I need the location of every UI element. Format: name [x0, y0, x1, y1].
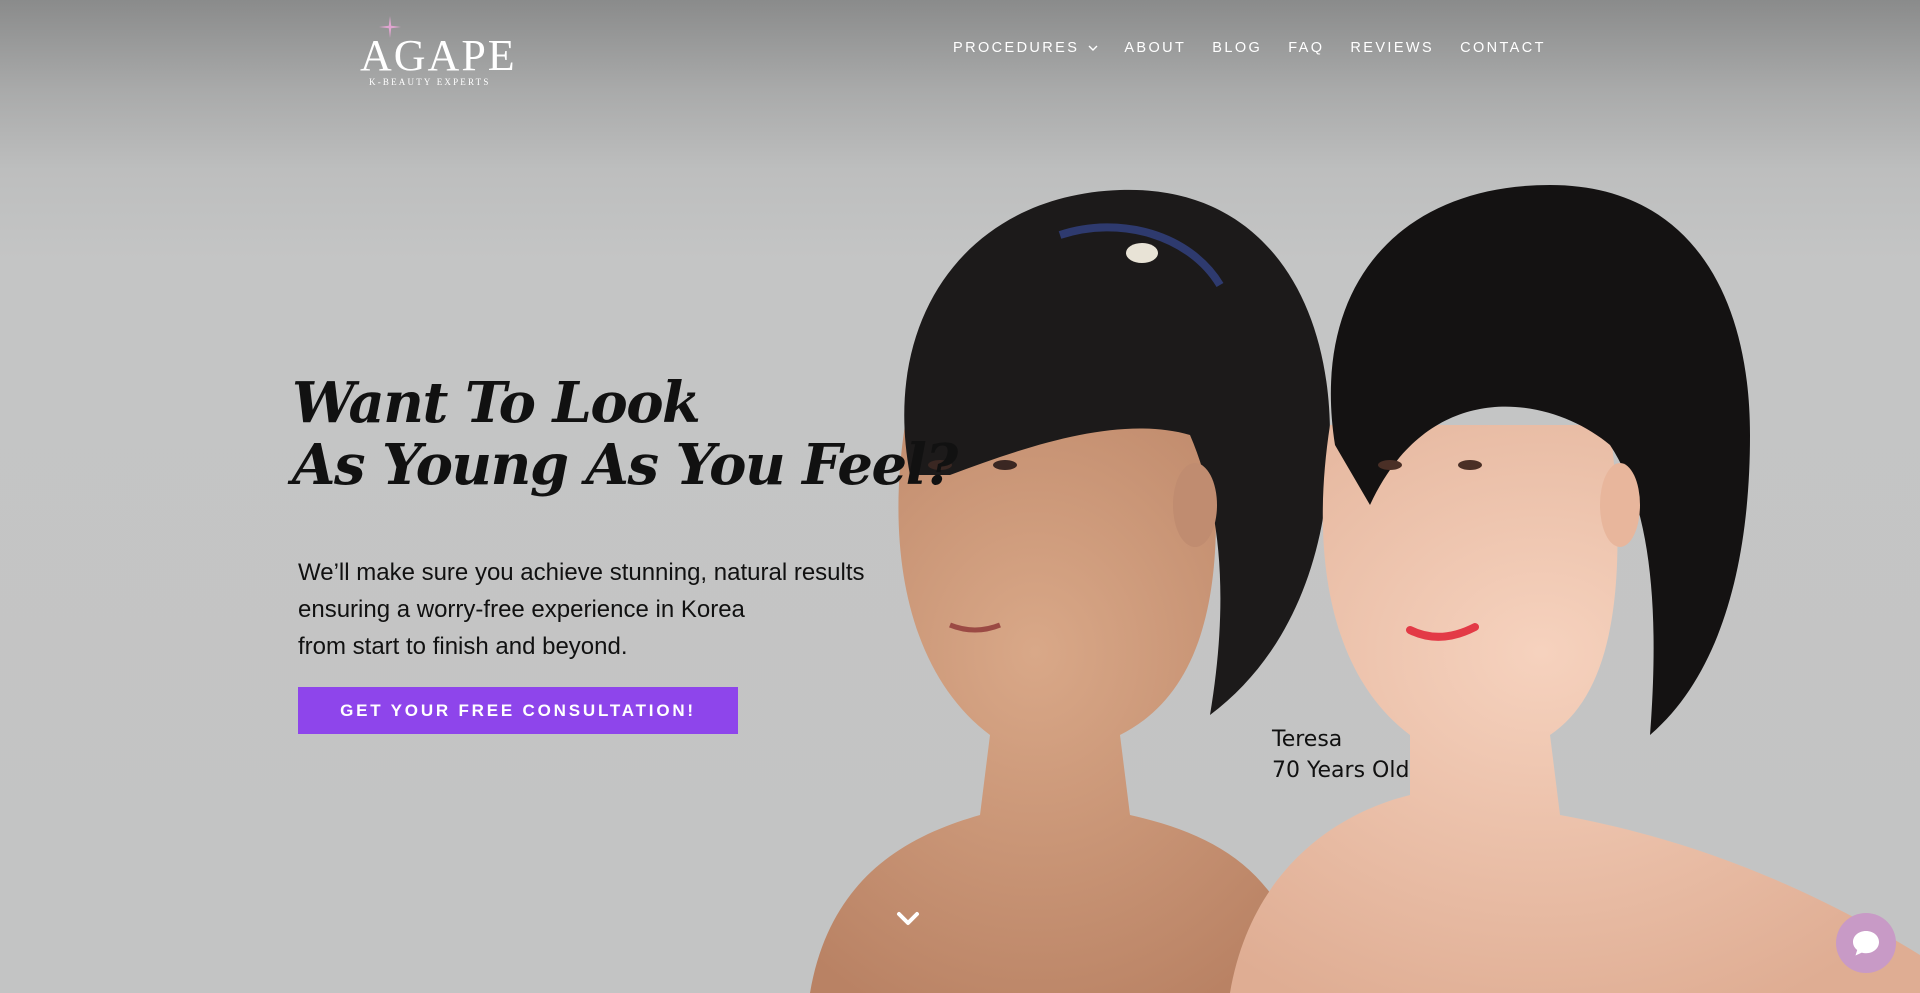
nav-item-faq[interactable]: FAQ: [1288, 40, 1324, 56]
nav-item-contact[interactable]: CONTACT: [1460, 40, 1546, 56]
hero-subtext: We’ll make sure you achieve stunning, na…: [298, 554, 865, 665]
nav-item-reviews[interactable]: REVIEWS: [1350, 40, 1434, 56]
subtext-line-1: We’ll make sure you achieve stunning, na…: [298, 559, 865, 586]
subtext-line-2: ensuring a worry-free experience in Kore…: [298, 596, 745, 623]
caption-name: Teresa: [1272, 727, 1343, 752]
brand-logo[interactable]: AGAPE K-BEAUTY EXPERTS: [360, 16, 520, 90]
brand-tagline: K-BEAUTY EXPERTS: [369, 77, 491, 87]
chat-bubble-icon: [1853, 931, 1879, 956]
before-after-photo: [810, 185, 1920, 993]
hero-headline: Want To Look As Young As You Feel?: [292, 370, 958, 498]
main-nav: PROCEDURES ABOUT BLOG FAQ REVIEWS CONTAC…: [953, 40, 1546, 56]
free-consultation-button[interactable]: GET YOUR FREE CONSULTATION!: [298, 687, 738, 734]
nav-item-procedures[interactable]: PROCEDURES: [953, 40, 1098, 56]
nav-item-blog[interactable]: BLOG: [1212, 40, 1262, 56]
photo-caption: Teresa 70 Years Old: [1272, 724, 1409, 786]
caption-age: 70 Years Old: [1272, 758, 1410, 783]
headline-line-2: As Young As You Feel?: [292, 432, 958, 498]
chat-button[interactable]: [1836, 913, 1896, 973]
brand-name: AGAPE: [360, 31, 517, 80]
nav-item-about[interactable]: ABOUT: [1124, 40, 1186, 56]
nav-item-label: PROCEDURES: [953, 40, 1080, 56]
chevron-down-icon: [1088, 45, 1098, 51]
headline-line-1: Want To Look: [292, 370, 701, 436]
site-header: AGAPE K-BEAUTY EXPERTS PROCEDURES ABOUT …: [0, 0, 1920, 110]
chevron-down-icon[interactable]: [895, 905, 921, 931]
subtext-line-3: from start to finish and beyond.: [298, 633, 628, 660]
